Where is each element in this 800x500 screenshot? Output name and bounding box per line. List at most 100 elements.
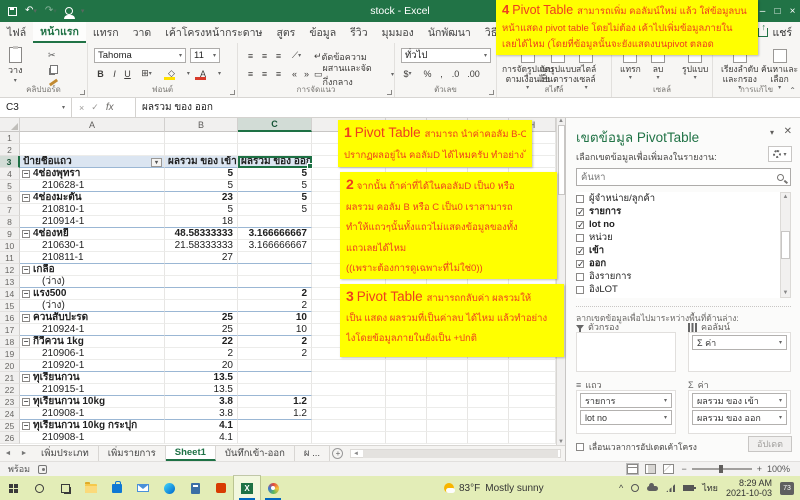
maximize-button[interactable]: □: [770, 0, 785, 22]
ribbon-tab-วาด[interactable]: วาด: [126, 22, 159, 43]
ribbon-tab-นักพัฒนา[interactable]: นักพัฒนา: [421, 22, 478, 43]
cell-G20[interactable]: [468, 360, 509, 372]
bold-button[interactable]: B: [94, 67, 107, 80]
taskbar-app-store[interactable]: [104, 476, 130, 500]
cell-A2[interactable]: [20, 144, 165, 156]
insert-function-icon[interactable]: fx: [106, 102, 114, 113]
cell-C9[interactable]: 3.166666667: [238, 228, 312, 240]
new-sheet-button[interactable]: +: [330, 446, 346, 461]
row-header-1[interactable]: 1: [0, 132, 20, 144]
cell-H20[interactable]: [509, 360, 556, 372]
cell-A20[interactable]: 210920-1: [20, 360, 165, 372]
share-button[interactable]: แชร์: [758, 24, 792, 41]
row-header-21[interactable]: 21: [0, 372, 20, 384]
cancel-icon[interactable]: ×: [79, 103, 84, 113]
defer-layout-update[interactable]: เลื่อนเวลาการอัปเดตเค้าโครง: [576, 440, 697, 454]
field-checkbox[interactable]: [576, 195, 584, 203]
cut-icon[interactable]: [48, 49, 56, 61]
accessibility-icon[interactable]: [38, 465, 47, 474]
columns-area[interactable]: Σ ค่า: [688, 332, 791, 372]
cell-B22[interactable]: 13.5: [165, 384, 238, 396]
style-button-1[interactable]: จัดรูปแบบเป็นตาราง▾: [539, 49, 577, 91]
ribbon-tab-รีวิว[interactable]: รีวิว: [343, 22, 374, 43]
cell-B2[interactable]: [165, 144, 238, 156]
cell-F23[interactable]: [427, 396, 468, 408]
cell-C1[interactable]: [238, 132, 312, 144]
cell-H21[interactable]: [509, 372, 556, 384]
cell-C19[interactable]: 2: [238, 348, 312, 360]
underline-button[interactable]: U: [121, 67, 134, 80]
cell-A23[interactable]: −ทุเรียนกวน 10kg: [20, 396, 165, 408]
zoom-in-icon[interactable]: +: [757, 464, 762, 474]
decrease-decimal-icon[interactable]: .00: [467, 67, 480, 80]
cell-A6[interactable]: −4ช่องมะตัน: [20, 192, 165, 204]
field-pill[interactable]: ผลรวม ของ เข้า: [692, 393, 787, 408]
row-header-15[interactable]: 15: [0, 300, 20, 312]
cell-A4[interactable]: −4ช่องพุทรา: [20, 168, 165, 180]
tray-app-icon[interactable]: [631, 484, 639, 492]
number-format-select[interactable]: ทั่วไป▾: [401, 48, 491, 63]
collapse-icon[interactable]: −: [22, 266, 30, 274]
field-pill[interactable]: รายการ: [580, 393, 672, 408]
ribbon-tab-ข้อมูล[interactable]: ข้อมูล: [302, 22, 343, 43]
pane-options-caret[interactable]: ▾: [770, 128, 774, 137]
cell-D24[interactable]: [312, 408, 386, 420]
cell-C22[interactable]: [238, 384, 312, 396]
taskbar-app-start[interactable]: [0, 476, 26, 500]
cell-B25[interactable]: 4.1: [165, 420, 238, 432]
enter-icon[interactable]: ✓: [91, 102, 99, 113]
row-header-12[interactable]: 12: [0, 264, 20, 276]
align-bottom-icon[interactable]: ≡: [272, 49, 285, 62]
cell-C10[interactable]: 3.166666667: [238, 240, 312, 252]
orientation-icon[interactable]: ⟋▾: [290, 49, 303, 62]
cell-G23[interactable]: [468, 396, 509, 408]
increase-decimal-icon[interactable]: .0: [449, 67, 462, 80]
weather-widget[interactable]: 83°F Mostly sunny: [444, 483, 544, 494]
cell-C23[interactable]: 1.2: [238, 396, 312, 408]
currency-format-icon[interactable]: $▾: [401, 67, 414, 80]
collapse-icon[interactable]: −: [22, 170, 30, 178]
field-item[interactable]: หน่วย: [576, 231, 791, 244]
values-area[interactable]: ผลรวม ของ เข้าผลรวม ของ ออก: [688, 390, 791, 434]
field-checkbox[interactable]: [576, 221, 584, 229]
horizontal-scrollbar[interactable]: ◄: [350, 449, 561, 458]
ribbon-tab-สูตร[interactable]: สูตร: [269, 22, 302, 43]
cell-H26[interactable]: [509, 432, 556, 444]
cell-A11[interactable]: 210811-1: [20, 252, 165, 264]
cell-A19[interactable]: 210906-1: [20, 348, 165, 360]
selected-cell-outline[interactable]: [238, 156, 312, 168]
rows-area[interactable]: รายการlot no: [576, 390, 676, 434]
borders-button[interactable]: ⊞▾: [140, 67, 153, 80]
row-header-17[interactable]: 17: [0, 324, 20, 336]
paste-button[interactable]: วาง ▾: [8, 47, 23, 84]
row-header-8[interactable]: 8: [0, 216, 20, 228]
cell-C18[interactable]: 2: [238, 336, 312, 348]
collapse-icon[interactable]: −: [22, 398, 30, 406]
normal-view-icon[interactable]: [627, 464, 638, 474]
onedrive-icon[interactable]: [647, 486, 658, 491]
cell-C24[interactable]: 1.2: [238, 408, 312, 420]
cell-C20[interactable]: [238, 360, 312, 372]
field-checkbox[interactable]: [576, 247, 584, 255]
field-item[interactable]: รายการ: [576, 205, 791, 218]
row-header-5[interactable]: 5: [0, 180, 20, 192]
collapse-icon[interactable]: −: [22, 290, 30, 298]
cell-A3[interactable]: ป้ายชื่อแถว: [20, 156, 165, 168]
font-dialog-launcher[interactable]: [230, 90, 235, 95]
edit-button-0[interactable]: เรียงลำดับและกรอง▾: [721, 49, 759, 91]
cell-A5[interactable]: 210628-1: [20, 180, 165, 192]
formula-input[interactable]: ผลรวม ของ ออก: [136, 98, 800, 117]
row-header-16[interactable]: 16: [0, 312, 20, 324]
tray-chevron-icon[interactable]: ^: [619, 483, 623, 493]
cell-C6[interactable]: 5: [238, 192, 312, 204]
cell-E26[interactable]: [386, 432, 427, 444]
cell-E24[interactable]: [386, 408, 427, 420]
cell-G24[interactable]: [468, 408, 509, 420]
row-labels-filter-icon[interactable]: [151, 158, 162, 167]
language-indicator[interactable]: ไทย: [702, 481, 718, 495]
cell-B16[interactable]: 25: [165, 312, 238, 324]
row-header-9[interactable]: 9: [0, 228, 20, 240]
cell-B9[interactable]: 48.58333333: [165, 228, 238, 240]
cell-B20[interactable]: 20: [165, 360, 238, 372]
sheet-tab-บันทึกเข้า-ออก[interactable]: บันทึกเข้า-ออก: [216, 446, 295, 461]
